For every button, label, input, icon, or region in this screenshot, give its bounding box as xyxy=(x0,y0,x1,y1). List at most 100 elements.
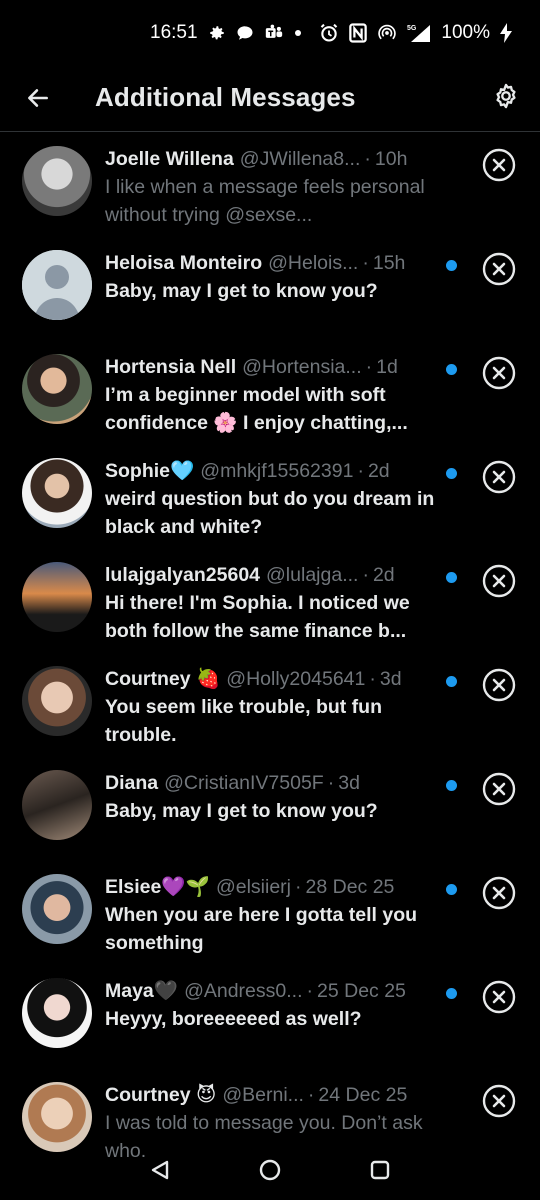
message-request-row[interactable]: Heloisa Monteiro @Helois... · 15h Baby, may … xyxy=(0,236,540,340)
message-content: Maya🖤 @Andress0... · 25 Dec 25 Heyyy, boreee… xyxy=(105,978,445,1033)
message-header: Courtney 🍓 @Holly2045641 · 3d xyxy=(105,666,445,692)
close-circle-icon xyxy=(482,564,516,598)
avatar[interactable] xyxy=(22,250,92,320)
hotspot-icon xyxy=(377,23,397,43)
dismiss-button[interactable] xyxy=(480,978,518,1016)
close-circle-icon xyxy=(482,460,516,494)
nav-recents-button[interactable] xyxy=(364,1154,396,1186)
message-content: Heloisa Monteiro @Helois... · 15h Baby, may … xyxy=(105,250,445,305)
message-preview: I’m a beginner model with soft confidenc… xyxy=(105,384,408,434)
message-request-row[interactable]: Sophie🩵 @mhkjf15562391 · 2d weird question b… xyxy=(0,444,540,548)
message-header: Elsiee💜🌱 @elsiierj · 28 Dec 25 xyxy=(105,874,445,900)
message-request-row[interactable]: Hortensia Nell @Hortensia... · 1d I’m a begi… xyxy=(0,340,540,444)
separator-dot: · xyxy=(327,772,335,794)
close-circle-icon xyxy=(482,356,516,390)
close-circle-icon xyxy=(482,772,516,806)
chat-bubble-icon xyxy=(236,24,254,42)
sender-handle: @Hortensia... xyxy=(242,356,362,378)
dismiss-button[interactable] xyxy=(480,354,518,392)
avatar[interactable] xyxy=(22,562,92,632)
message-content: Elsiee💜🌱 @elsiierj · 28 Dec 25 When you are … xyxy=(105,874,445,957)
message-time: 10h xyxy=(374,148,408,170)
sender-name: lulajgalyan25604 xyxy=(105,564,261,586)
status-right: 5G 100% xyxy=(319,22,512,44)
avatar[interactable] xyxy=(22,666,92,736)
close-circle-icon xyxy=(482,252,516,286)
sender-name: Hortensia Nell xyxy=(105,356,237,378)
settings-gear-icon xyxy=(496,83,516,109)
dismiss-button[interactable] xyxy=(480,562,518,600)
message-header: Sophie🩵 @mhkjf15562391 · 2d xyxy=(105,458,445,484)
avatar[interactable] xyxy=(22,770,92,840)
avatar[interactable] xyxy=(22,146,92,216)
sender-name: Maya🖤 xyxy=(105,980,179,1002)
avatar[interactable] xyxy=(22,458,92,528)
message-content: Sophie🩵 @mhkjf15562391 · 2d weird question b… xyxy=(105,458,445,541)
avatar[interactable] xyxy=(22,354,92,424)
close-circle-icon xyxy=(482,148,516,182)
message-time: 3d xyxy=(379,668,402,690)
status-left: 16:51 xyxy=(150,22,302,44)
sender-name: Sophie🩵 xyxy=(105,460,195,482)
sender-handle: @Holly2045641 xyxy=(226,668,366,690)
unread-dot-icon xyxy=(446,468,457,479)
gear-icon xyxy=(208,24,226,42)
message-header: Heloisa Monteiro @Helois... · 15h xyxy=(105,250,445,276)
dismiss-button[interactable] xyxy=(480,770,518,808)
nav-back-icon xyxy=(151,1160,169,1180)
nav-back-button[interactable] xyxy=(144,1154,176,1186)
message-preview: Heyyy, boreeeeeed as well? xyxy=(105,1008,362,1030)
dismiss-button[interactable] xyxy=(480,874,518,912)
back-arrow-icon xyxy=(28,89,48,107)
message-request-row[interactable]: Courtney 🍓 @Holly2045641 · 3d You seem like … xyxy=(0,652,540,756)
system-nav-bar xyxy=(0,1140,540,1200)
sender-name: Joelle Willena xyxy=(105,148,234,170)
battery-percent: 100% xyxy=(441,22,490,43)
top-app-bar: Additional Messages xyxy=(0,70,540,132)
separator-dot: · xyxy=(295,876,302,898)
dismiss-button[interactable] xyxy=(480,1082,518,1120)
nfc-icon xyxy=(349,23,368,43)
separator-dot: · xyxy=(365,356,373,378)
dismiss-button[interactable] xyxy=(480,146,518,184)
message-header: Diana @CristianIV7505F · 3d xyxy=(105,770,445,796)
dismiss-button[interactable] xyxy=(480,250,518,288)
sender-name: Elsiee💜🌱 xyxy=(105,876,210,898)
separator-dot: · xyxy=(307,1084,315,1106)
status-time: 16:51 xyxy=(150,22,198,43)
message-request-row[interactable]: Joelle Willena @JWillena8... · 10h I like wh… xyxy=(0,132,540,236)
message-content: Diana @CristianIV7505F · 3d Baby, may I get … xyxy=(105,770,445,825)
unread-dot-icon xyxy=(446,260,457,271)
message-time: 15h xyxy=(372,252,406,274)
nav-home-button[interactable] xyxy=(254,1154,286,1186)
unread-dot-icon xyxy=(446,676,457,687)
message-request-row[interactable]: lulajgalyan25604 @lulajga... · 2d Hi there! … xyxy=(0,548,540,652)
message-preview: weird question but do you dream in black… xyxy=(105,488,435,538)
back-button[interactable] xyxy=(20,80,56,116)
message-content: Joelle Willena @JWillena8... · 10h I like wh… xyxy=(105,146,445,229)
sender-name: Heloisa Monteiro xyxy=(105,252,263,274)
dismiss-button[interactable] xyxy=(480,458,518,496)
dismiss-button[interactable] xyxy=(480,666,518,704)
sender-handle: @Andress0... xyxy=(184,980,303,1002)
message-request-row[interactable]: Diana @CristianIV7505F · 3d Baby, may I get … xyxy=(0,756,540,860)
sender-handle: @Berni... xyxy=(222,1084,304,1106)
nav-recents-icon xyxy=(370,1160,390,1180)
message-request-row[interactable]: Elsiee💜🌱 @elsiierj · 28 Dec 25 When you are … xyxy=(0,860,540,964)
sender-handle: @Helois... xyxy=(268,252,359,274)
message-time: 24 Dec 25 xyxy=(318,1084,408,1106)
sender-handle: @lulajga... xyxy=(266,564,359,586)
message-preview: Baby, may I get to know you? xyxy=(105,280,378,302)
avatar[interactable] xyxy=(22,874,92,944)
separator-dot: · xyxy=(306,980,314,1002)
message-time: 2d xyxy=(367,460,390,482)
message-content: lulajgalyan25604 @lulajga... · 2d Hi there! … xyxy=(105,562,445,645)
charging-icon xyxy=(500,23,512,43)
message-header: Courtney 😈 @Berni... · 24 Dec 25 xyxy=(105,1082,445,1108)
separator-dot: · xyxy=(364,148,371,170)
message-header: Hortensia Nell @Hortensia... · 1d xyxy=(105,354,445,380)
settings-button[interactable] xyxy=(488,78,524,114)
message-request-row[interactable]: Maya🖤 @Andress0... · 25 Dec 25 Heyyy, boreee… xyxy=(0,964,540,1068)
unread-dot-icon xyxy=(446,364,457,375)
avatar[interactable] xyxy=(22,978,92,1048)
